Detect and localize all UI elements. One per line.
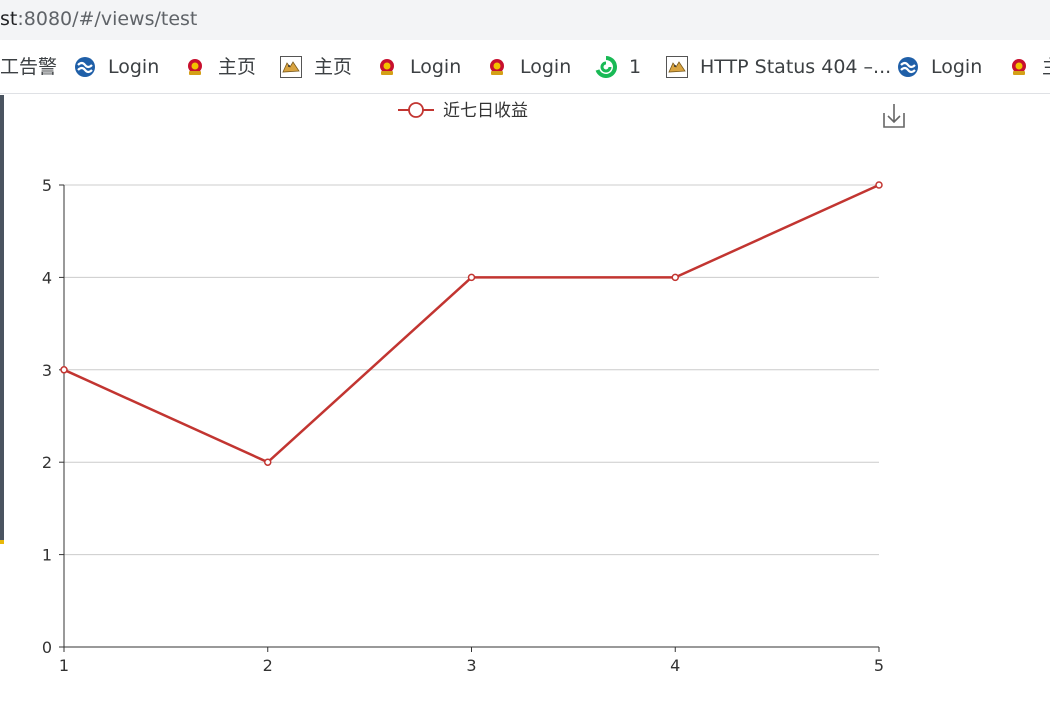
bookmark-item[interactable]: 主 [1008,53,1050,81]
data-point[interactable] [264,458,272,466]
x-tick-label: 4 [670,656,680,675]
bookmark-item[interactable]: Login [74,53,159,81]
data-point[interactable] [60,366,68,374]
bookmark-item[interactable]: Login [486,53,571,81]
x-tick-label: 3 [466,656,476,675]
y-tick-label: 1 [42,546,52,565]
y-tick-label: 3 [42,361,52,380]
bookmark-item[interactable]: 主页 [184,53,256,81]
url-host: st [0,8,18,30]
bookmark-label: 主页 [218,56,257,78]
bookmark-item[interactable]: Login [376,53,461,81]
download-icon[interactable] [883,104,905,128]
x-tick-label: 5 [874,656,884,675]
bookmark-label: Login [520,56,572,78]
bookmark-label: Login [108,56,160,78]
url-text[interactable]: st:8080/#/views/test [0,8,197,30]
bookmark-label: Login [931,56,983,78]
police-emblem-icon [188,59,202,75]
bookmark-label: HTTP Status 404 –... [700,56,892,78]
legend-marker [408,102,424,118]
series-line [63,183,880,464]
x-tick-label: 2 [263,656,273,675]
bookmark-item[interactable]: Login [897,53,982,81]
data-point[interactable] [467,273,476,282]
bookmark-label: 工告警 [0,56,58,78]
line-chart: 0123451 2 3 4 5 近七日收益 [42,101,905,675]
legend-label[interactable]: 近七日收益 [443,101,528,121]
police-emblem-icon [1012,59,1026,75]
address-bar[interactable]: st:8080/#/views/test [0,0,1050,40]
y-tick-label: 2 [42,453,52,472]
swirl-blue-icon [898,57,918,77]
bookmark-item[interactable]: HTTP Status 404 –... [666,53,891,81]
bookmark-item[interactable]: 主页 [280,53,352,81]
bookmark-label: Login [410,56,462,78]
bookmark-label: 主 [1042,53,1050,81]
police-emblem-icon [490,59,504,75]
bookmark-label: 1 [629,56,642,78]
green-swirl-icon [595,56,617,78]
chart-axes: 0123451 2 3 4 5 [42,176,884,675]
y-tick-label: 5 [42,176,52,195]
chart-legend[interactable]: 近七日收益 [398,101,528,121]
data-point[interactable] [671,273,679,282]
download-button[interactable] [883,104,905,128]
tomcat-icon [280,56,302,78]
bookmarks-bar: 工告警 Login 主页 主页 Login Login 1 HTTP Statu… [0,40,1050,94]
bookmark-item[interactable]: 工告警 [0,53,57,81]
tomcat-icon [666,56,688,78]
chart-series [60,181,883,466]
y-tick-label: 4 [42,268,52,287]
url-path: :8080/#/views/test [17,8,198,30]
bookmark-item[interactable]: 1 [595,53,641,81]
data-point[interactable] [875,181,883,189]
y-tick-label: 0 [42,638,52,657]
police-emblem-icon [380,59,394,75]
bookmark-label: 主页 [314,56,353,78]
x-tick-label: 1 [59,656,69,675]
swirl-blue-icon [75,57,95,77]
